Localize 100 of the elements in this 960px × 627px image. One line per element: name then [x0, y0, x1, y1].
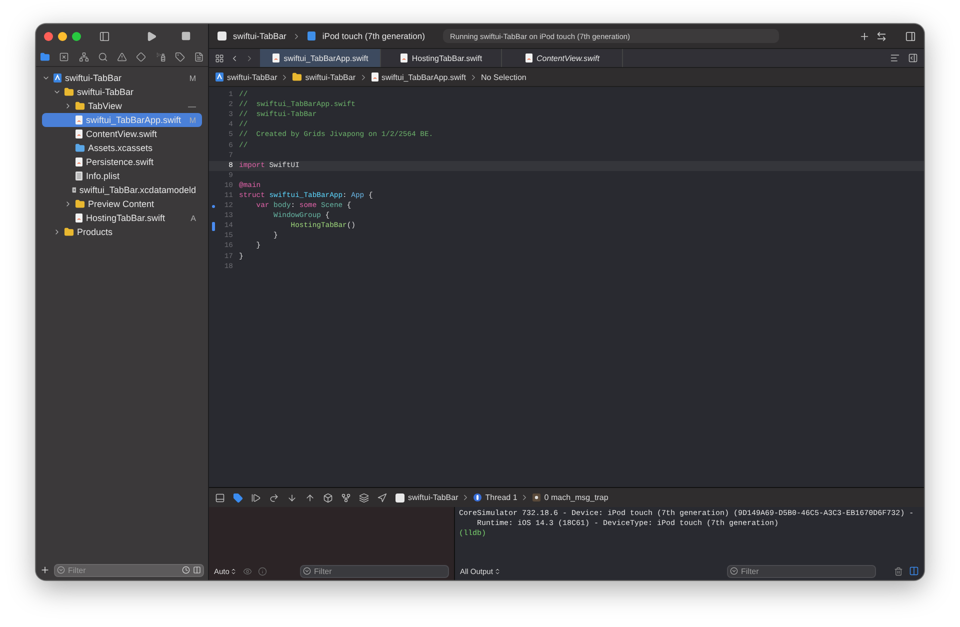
- columns-icon[interactable]: [193, 566, 201, 574]
- file-name: swiftui-TabBar: [65, 73, 123, 83]
- file-name: Info.plist: [86, 171, 121, 181]
- file-name: Preview Content: [88, 199, 156, 209]
- swift-file-icon: [75, 213, 83, 223]
- minimize-button[interactable]: [58, 32, 67, 40]
- breadcrumb-item[interactable]: swiftui-TabBar: [305, 72, 356, 82]
- search-icon[interactable]: [98, 52, 108, 62]
- scheme-name[interactable]: swiftui-TabBar: [233, 31, 286, 41]
- document-icon: [75, 171, 83, 181]
- zoom-button[interactable]: [72, 32, 81, 40]
- minimap-icon[interactable]: [890, 53, 900, 63]
- thread-icon: [473, 493, 482, 502]
- destination-name[interactable]: iPod touch (7th generation): [322, 31, 425, 41]
- breadcrumb-item[interactable]: swiftui-TabBar: [227, 72, 278, 82]
- file-tree-item[interactable]: HostingTabBar.swift A: [42, 211, 202, 225]
- folder-icon: [75, 199, 85, 209]
- play-icon[interactable]: [146, 30, 157, 42]
- file-name: ContentView.swift: [86, 129, 158, 139]
- report-icon[interactable]: [194, 52, 204, 62]
- updown-icon: [494, 568, 501, 574]
- add-icon[interactable]: [859, 30, 870, 42]
- debug-path-item[interactable]: Thread 1: [485, 493, 518, 502]
- file-tree-item[interactable]: swiftui-TabBar M: [42, 71, 202, 85]
- panel-icon[interactable]: [215, 492, 225, 502]
- breakpoint-icon[interactable]: [233, 492, 243, 502]
- file-name: Products: [77, 227, 114, 237]
- clock-icon[interactable]: [182, 566, 190, 574]
- folder-icon: [75, 101, 85, 111]
- filter-icon: [303, 567, 311, 575]
- breadcrumb-item[interactable]: No Selection: [480, 72, 526, 82]
- updown-icon: [230, 568, 238, 574]
- panel-icon[interactable]: [908, 53, 918, 63]
- app-icon: [217, 31, 227, 41]
- file-name: TabView: [88, 101, 123, 111]
- file-name: Persistence.swift: [86, 157, 155, 167]
- swift-file-icon: [370, 72, 378, 82]
- filter-field[interactable]: Filter: [300, 564, 449, 578]
- file-tree-item[interactable]: Products: [42, 225, 202, 239]
- step-over-icon[interactable]: [269, 492, 279, 502]
- file-tree-item[interactable]: Info.plist: [42, 169, 202, 183]
- info-icon: [258, 566, 268, 576]
- eye-icon: [243, 566, 252, 576]
- add-icon[interactable]: [40, 565, 50, 575]
- forward-icon[interactable]: [245, 54, 254, 62]
- app-icon: [395, 492, 405, 502]
- filter-icon: [730, 567, 738, 575]
- file-name: swiftui_TabBarApp.swift: [86, 115, 182, 125]
- file-tree-item[interactable]: swiftui-TabBar: [42, 85, 202, 99]
- folder-icon: [75, 143, 85, 153]
- sidebar-toggle-icon[interactable]: [99, 30, 110, 42]
- debug-path-item[interactable]: swiftui-TabBar: [408, 493, 458, 502]
- file-tree-item[interactable]: ContentView.swift: [42, 127, 202, 141]
- warning-icon[interactable]: [117, 52, 127, 62]
- folder-icon: [64, 227, 74, 237]
- stop-icon[interactable]: [181, 31, 191, 41]
- filter-field[interactable]: Filter: [54, 564, 204, 576]
- file-tree-item[interactable]: TabView —: [42, 99, 202, 113]
- step-out-icon[interactable]: [305, 492, 315, 502]
- swift-file-icon: [524, 53, 532, 63]
- editor-tab[interactable]: HostingTabBar.swift: [381, 49, 502, 67]
- file-tree-item[interactable]: swiftui_TabBar.xcdatamodeld: [42, 183, 202, 197]
- inspector-toggle-icon[interactable]: [905, 30, 916, 42]
- filter-field[interactable]: Filter: [727, 564, 876, 578]
- swift-file-icon: [75, 129, 83, 139]
- split-view-icon[interactable]: [909, 566, 919, 576]
- project-file-icon: [53, 73, 62, 83]
- file-tree-item[interactable]: Assets.xcassets: [42, 141, 202, 155]
- back-icon[interactable]: [230, 54, 239, 62]
- diamond-icon[interactable]: [136, 52, 146, 62]
- status-label: M: [189, 116, 196, 124]
- swift-file-icon: [400, 53, 408, 63]
- debug-path-item[interactable]: 0 mach_msg_trap: [544, 493, 608, 502]
- folder-icon[interactable]: [40, 52, 50, 62]
- arrows-icon[interactable]: [876, 30, 887, 42]
- device-icon: [307, 31, 316, 41]
- file-tree-item[interactable]: Preview Content: [42, 197, 202, 211]
- file-name: HostingTabBar.swift: [86, 213, 166, 223]
- location-icon[interactable]: [377, 492, 387, 502]
- continue-icon[interactable]: [251, 492, 261, 502]
- file-tree-item[interactable]: Persistence.swift: [42, 155, 202, 169]
- file-name: swiftui_TabBar.xcdatamodeld: [79, 185, 196, 195]
- step-into-icon[interactable]: [287, 492, 297, 502]
- file-name: Assets.xcassets: [88, 143, 154, 153]
- close-button[interactable]: [44, 32, 53, 40]
- hierarchy-icon[interactable]: [78, 52, 88, 62]
- status-label: —: [188, 102, 196, 110]
- stack-frame-icon: [532, 493, 542, 502]
- swift-file-icon: [272, 53, 280, 63]
- editor-tab[interactable]: swiftui_TabBarApp.swift: [260, 49, 381, 67]
- grid-icon[interactable]: [215, 54, 224, 62]
- document-icon: [72, 185, 76, 195]
- trash-icon[interactable]: [894, 566, 903, 576]
- breadcrumb-item[interactable]: swiftui_TabBarApp.swift: [382, 72, 466, 82]
- file-name: swiftui-TabBar: [77, 87, 135, 97]
- project-file-icon: [215, 72, 224, 82]
- tag-icon[interactable]: [174, 52, 185, 62]
- editor-tab[interactable]: ContentView.swift: [502, 49, 623, 67]
- swift-file-icon: [75, 115, 83, 125]
- status-label: M: [189, 74, 196, 82]
